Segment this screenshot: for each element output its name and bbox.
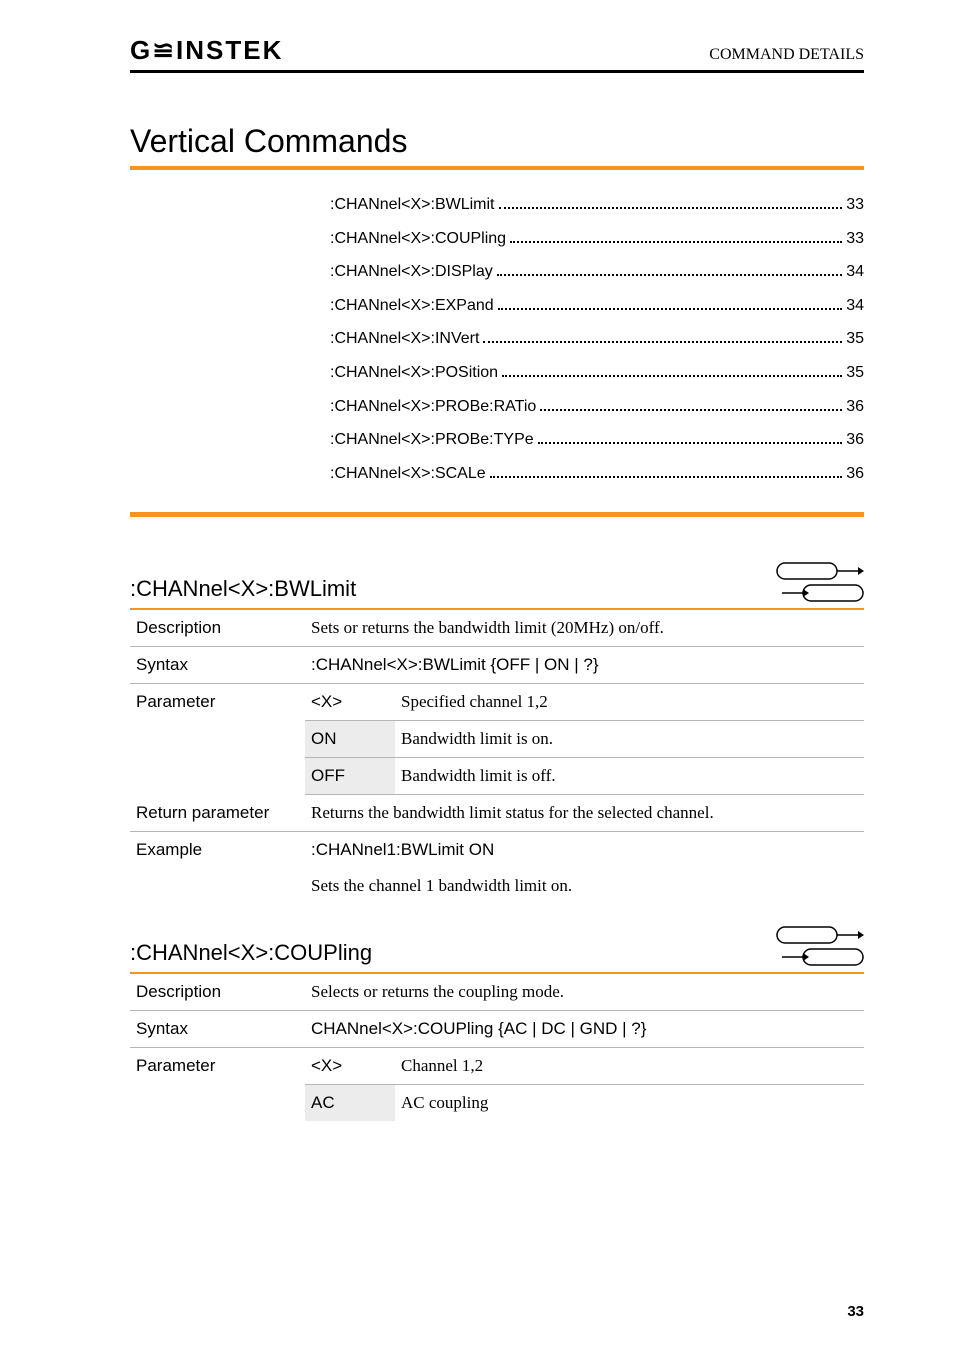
query-icon xyxy=(776,948,864,966)
toc-entry: :CHANnel<X>:POSition35 xyxy=(330,356,864,390)
row-label: Syntax xyxy=(130,647,305,684)
param-value: Specified channel 1,2 xyxy=(395,684,864,721)
row-value: Sets or returns the bandwidth limit (20M… xyxy=(305,610,864,647)
command-table: Description Selects or returns the coupl… xyxy=(130,974,864,1121)
command-table: Description Sets or returns the bandwidt… xyxy=(130,610,864,904)
param-value: Bandwidth limit is on. xyxy=(395,721,864,758)
toc-entry: :CHANnel<X>:DISPlay34 xyxy=(330,255,864,289)
example-code: :CHANnel1:BWLimit ON xyxy=(305,832,864,869)
param-value: Channel 1,2 xyxy=(395,1048,864,1085)
param-key: <X> xyxy=(305,1048,395,1085)
toc-entry: :CHANnel<X>:PROBe:RATio36 xyxy=(330,390,864,424)
example-description: Sets the channel 1 bandwidth limit on. xyxy=(305,868,864,904)
page-header: G≌INSTEK COMMAND DETAILS xyxy=(130,35,864,73)
row-label: Description xyxy=(130,974,305,1011)
query-icon xyxy=(776,584,864,602)
param-value: Bandwidth limit is off. xyxy=(395,758,864,795)
row-label: Return parameter xyxy=(130,795,305,832)
param-key: AC xyxy=(305,1085,395,1122)
divider-rule xyxy=(130,512,864,517)
header-title: COMMAND DETAILS xyxy=(709,46,864,64)
toc-entry: :CHANnel<X>:INVert35 xyxy=(330,322,864,356)
syntax-text: CHANnel<X>:COUPling {AC | DC | GND | ?} xyxy=(305,1011,864,1048)
command-type-icons xyxy=(776,926,864,966)
page-number: 33 xyxy=(847,1303,864,1320)
brand-logo: G≌INSTEK xyxy=(130,35,283,66)
toc-entry: :CHANnel<X>:EXPand34 xyxy=(330,289,864,323)
row-label: Parameter xyxy=(130,1048,305,1122)
row-label: Parameter xyxy=(130,684,305,795)
set-icon xyxy=(776,926,864,944)
command-heading: :CHANnel<X>:BWLimit xyxy=(130,576,356,602)
syntax-text: :CHANnel<X>:BWLimit {OFF | ON | ?} xyxy=(305,647,864,684)
param-value: AC coupling xyxy=(395,1085,864,1122)
command-heading: :CHANnel<X>:COUPling xyxy=(130,940,372,966)
row-label: Description xyxy=(130,610,305,647)
param-key: <X> xyxy=(305,684,395,721)
toc-entry: :CHANnel<X>:COUPling33 xyxy=(330,222,864,256)
table-of-contents: :CHANnel<X>:BWLimit33 :CHANnel<X>:COUPli… xyxy=(330,188,864,490)
toc-entry: :CHANnel<X>:PROBe:TYPe36 xyxy=(330,423,864,457)
row-label: Example xyxy=(130,832,305,905)
toc-entry: :CHANnel<X>:SCALe36 xyxy=(330,457,864,491)
heading-rule xyxy=(130,166,864,170)
set-icon xyxy=(776,562,864,580)
param-key: OFF xyxy=(305,758,395,795)
row-label: Syntax xyxy=(130,1011,305,1048)
toc-entry: :CHANnel<X>:BWLimit33 xyxy=(330,188,864,222)
row-value: Returns the bandwidth limit status for t… xyxy=(305,795,864,832)
row-value: Selects or returns the coupling mode. xyxy=(305,974,864,1011)
param-key: ON xyxy=(305,721,395,758)
command-type-icons xyxy=(776,562,864,602)
main-heading: Vertical Commands xyxy=(130,123,864,160)
